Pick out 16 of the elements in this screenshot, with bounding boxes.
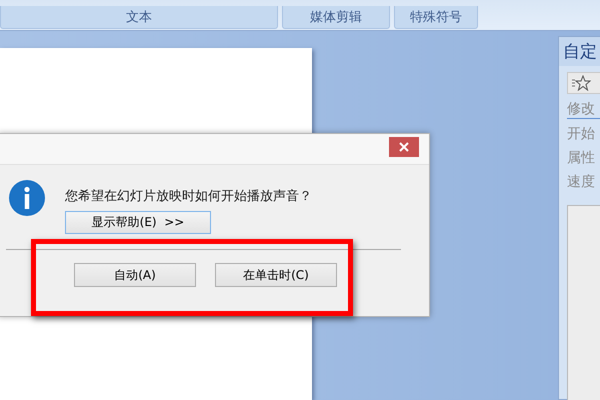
dialog-button[interactable]: 在单击时(C): [215, 263, 337, 287]
ribbon-group-label: 特殊符号: [394, 6, 478, 29]
pane-title: 自定: [559, 37, 600, 66]
ribbon-group-label: 媒体剪辑: [282, 6, 390, 29]
pane-label: 速度: [567, 173, 596, 191]
pane-label: 属性: [567, 149, 596, 167]
close-icon: [399, 142, 409, 152]
show-help-button[interactable]: 显示帮助(E) >>: [65, 211, 211, 234]
pane-label: 修改: [567, 100, 600, 119]
pane-label: 开始: [567, 125, 596, 143]
close-button[interactable]: [389, 137, 419, 157]
dialog-message: 您希望在幻灯片放映时如何开始播放声音？: [65, 188, 312, 205]
star-icon: [571, 75, 591, 91]
dialog-button[interactable]: 自动(A): [74, 263, 196, 287]
ribbon-group-label: 文本: [0, 6, 278, 29]
info-icon: [9, 180, 45, 216]
